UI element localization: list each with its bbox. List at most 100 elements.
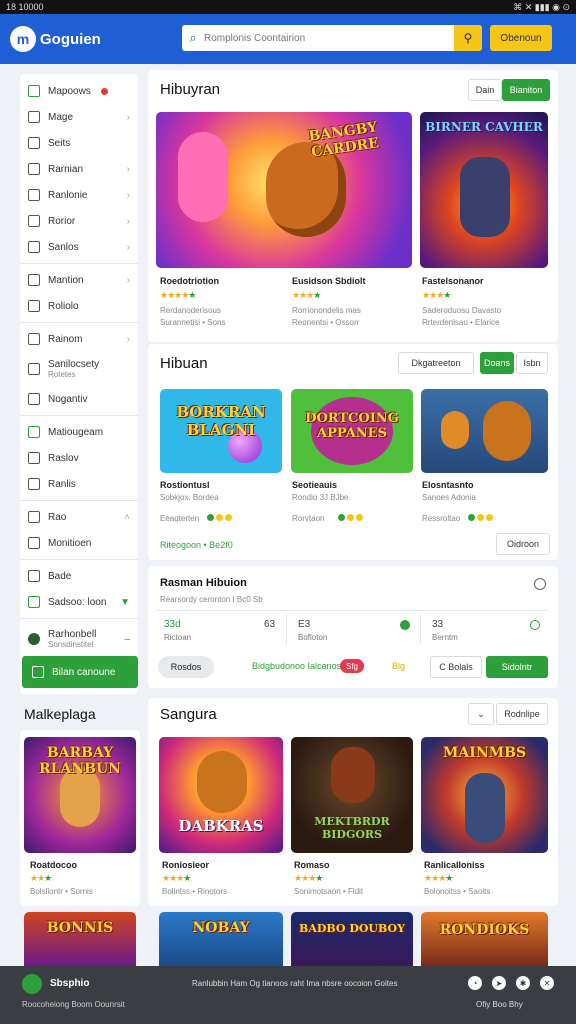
send-icon[interactable]: ➤ (492, 976, 506, 990)
game-title[interactable]: Seotieauis (292, 480, 337, 490)
game-meta: Sonimotsaon • Fldit (294, 887, 364, 896)
chat-icon[interactable]: ◔ (468, 976, 482, 990)
game-meta: Rerdanoderisous (160, 306, 221, 315)
search-button[interactable]: ⚲ (454, 25, 482, 51)
sidebar-item-1[interactable]: Mage › (20, 104, 138, 130)
featured-art-title: BIRNER CAVHER (425, 120, 543, 134)
sidebar-item-10[interactable]: Sanilocsety Rotetes (20, 352, 138, 386)
game-title[interactable]: Fastelsonanor (422, 276, 484, 286)
caret-down-icon: ▼ (120, 596, 130, 608)
stats-secondary-button[interactable]: C Bolals (430, 656, 482, 678)
sidebar-item-5[interactable]: Rorior › (20, 208, 138, 234)
header-action-button[interactable]: Obenoun (490, 25, 552, 51)
stats-primary-button[interactable]: Sidolntr (486, 656, 548, 678)
box-icon (28, 570, 40, 582)
sidebar-item-11[interactable]: Nogantiv (20, 386, 138, 412)
sidebar-item-3[interactable]: Rarnian › (20, 156, 138, 182)
game-tile[interactable] (421, 389, 548, 473)
stat-value: E3 (298, 619, 311, 630)
game-title[interactable]: Roatdocoo (30, 860, 77, 870)
search-input[interactable] (204, 32, 454, 44)
sidebar-item-label: Sadsoo: loon (48, 596, 107, 608)
sidebar-item-14[interactable]: Ranlis (20, 471, 138, 497)
toggle-tag[interactable]: Sfg (340, 659, 364, 673)
game-meta: Rorrionondelis mas (292, 306, 361, 315)
sidebar-cta-button[interactable]: Bilan canoune (22, 656, 138, 688)
hero-character (460, 157, 510, 237)
settings-icon[interactable]: ✱ (516, 976, 530, 990)
section-option-button[interactable]: Rodnlipe (496, 703, 548, 725)
sidebar: Mapoows Mage › Seits Rarnian › Ranlonie › R… (20, 74, 138, 694)
sidebar-cta-label: Bilan canoune (52, 666, 116, 678)
notification-badge (100, 87, 108, 95)
rating-stars: ★★★★ (292, 290, 321, 300)
chevron-down-icon[interactable]: ⌄ (468, 703, 494, 725)
sidebar-item-7[interactable]: Mantion › (20, 267, 138, 293)
filter-pill[interactable]: Rosdos (158, 656, 214, 678)
sidebar-item-label: Rainom (48, 333, 83, 345)
section-option-button[interactable]: Dkgatreeton (398, 352, 474, 374)
sidebar-item-4[interactable]: Ranlonie › (20, 182, 138, 208)
stat-label: Rictoan (164, 633, 192, 642)
game-tile[interactable]: MEKTBRDR BIDGORS (291, 737, 413, 853)
sidebar-item-13[interactable]: Raslov (20, 445, 138, 471)
featured-game-art[interactable]: BANGBY CARDRE (156, 112, 412, 268)
game-tile[interactable]: DABKRAS (159, 737, 283, 853)
chevron-right-icon: › (126, 333, 130, 345)
tag-icon (28, 189, 40, 201)
tile-art-title: MEKTBRDR BIDGORS (314, 815, 390, 841)
game-title[interactable]: Rostiontusl (160, 480, 210, 490)
game-title[interactable]: Roniosieor (162, 860, 209, 870)
tile-art-title: DABKRAS (178, 817, 264, 835)
logo-text: Goguien (40, 30, 101, 48)
section-option-button[interactable]: Isbn (516, 352, 548, 374)
game-meta: Ressroltao (422, 514, 461, 523)
sidebar-item-15[interactable]: Rao ˄ (20, 504, 138, 530)
rating-stars: ★★★ (30, 873, 52, 883)
sidebar-item-19[interactable]: Rarhonbell Sonsdinstitel ‒ (20, 622, 138, 656)
game-title[interactable]: Romaso (294, 860, 330, 870)
game-title[interactable]: Elosntasnto (422, 480, 474, 490)
game-tile[interactable]: BONNIS (24, 912, 136, 966)
sidebar-item-0[interactable]: Mapoows (20, 78, 138, 104)
sidebar-item-9[interactable]: Rainom › (20, 326, 138, 352)
game-tile[interactable]: RONDIOKS (421, 912, 548, 966)
logo[interactable]: m Goguien (10, 26, 101, 52)
sidebar-item-12[interactable]: Matiougeam (20, 419, 138, 445)
game-tile[interactable]: NOBAY (159, 912, 283, 966)
sidebar-item-16[interactable]: Monitioen (20, 530, 138, 556)
sidebar-item-label: Matiougeam (48, 426, 104, 438)
game-tile[interactable]: MAINMBS (421, 737, 548, 853)
sidebar-item-18[interactable]: Sadsoo: loon ▼ (20, 589, 138, 615)
sidebar-item-8[interactable]: Roliolo (20, 293, 138, 319)
info-icon[interactable] (534, 578, 546, 590)
sidebar-item-label: Mage (48, 111, 74, 123)
sidebar-item-17[interactable]: Bade (20, 563, 138, 589)
game-title[interactable]: Ranlicalloniss (424, 860, 485, 870)
sidebar-item-label: Sanilocsety (48, 359, 100, 370)
section-footer-button[interactable]: Oidroon (496, 533, 550, 555)
bear-character (197, 751, 247, 813)
sidebar-item-6[interactable]: Sanlos › (20, 234, 138, 260)
tile-art-title: NOBAY (192, 920, 250, 936)
section-action-button[interactable]: Bianiton (502, 79, 550, 101)
market-game-art[interactable]: BARBAY RLANBUN (24, 737, 136, 853)
game-tile[interactable]: DORTCOING APPANES (291, 389, 413, 473)
featured-game-art[interactable]: BIRNER CAVHER (420, 112, 548, 268)
sidebar-item-label: Ranlonie (48, 189, 88, 201)
game-title[interactable]: Roedotriotion (160, 276, 219, 286)
marketplace-title: Malkeplaga (24, 706, 96, 722)
status-left: 18 10000 (6, 2, 44, 12)
game-tile[interactable]: BORKRAN BLAGNI (160, 389, 282, 473)
close-icon[interactable]: ✕ (540, 976, 554, 990)
section-action-button[interactable]: Doans (480, 352, 514, 374)
game-tile[interactable]: BADBO DOUBOY (291, 912, 413, 966)
section-option-button[interactable]: Dain (468, 79, 502, 101)
status-dots (338, 514, 363, 521)
game-title[interactable]: Eusidson Sbdiolt (292, 276, 366, 286)
footer-links[interactable]: Ofiy Boo Bhy (476, 1000, 523, 1009)
avatar (28, 633, 40, 645)
footer-brand[interactable]: Sbsphio (50, 978, 89, 989)
section-title: Hibuyran (160, 81, 221, 98)
sidebar-item-2[interactable]: Seits (20, 130, 138, 156)
